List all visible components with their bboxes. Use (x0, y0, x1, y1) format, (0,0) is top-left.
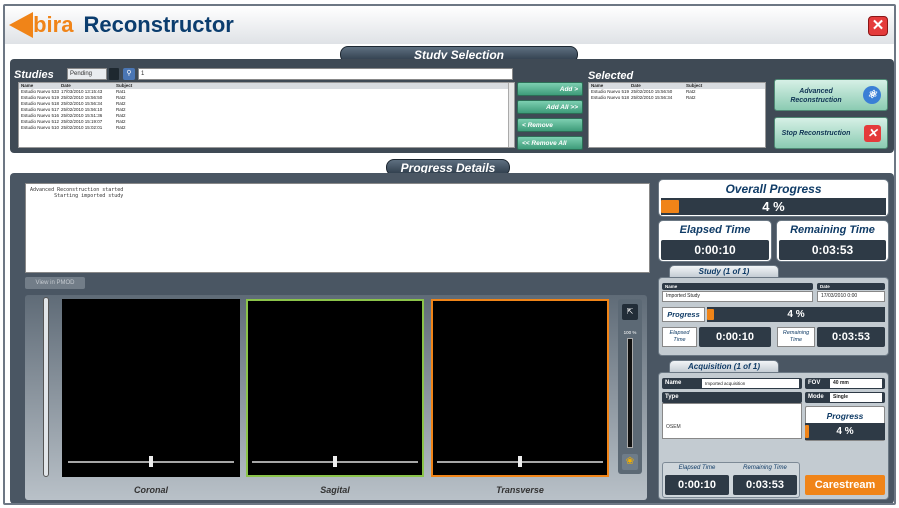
stop-reconstruction-label: Stop Reconstruction (781, 130, 851, 137)
acq-remaining-value: 0:03:53 (733, 475, 797, 495)
study-panel: Name Imported Study Date 17/03/2010 0:00… (658, 277, 889, 356)
study-progress-label: Progress (662, 307, 705, 322)
advanced-reconstruction-button[interactable]: Advanced Reconstruction ⚛ (774, 79, 888, 111)
acq-name-field: Imported acquisition (702, 379, 799, 388)
palette-icon[interactable]: ❀ (622, 454, 638, 470)
acq-progress-label: Progress (826, 411, 864, 421)
status-filter-select[interactable]: Pending (67, 68, 107, 80)
add-button[interactable]: Add > (517, 82, 583, 96)
viewport-sagital[interactable] (246, 299, 424, 477)
viewport-coronal[interactable] (62, 299, 240, 477)
studies-cell: Rat2 (116, 125, 126, 130)
elapsed-time-value: 0:00:10 (661, 240, 769, 260)
acq-elapsed-value: 0:00:10 (665, 475, 729, 495)
overall-progress-label: Overall Progress (725, 182, 822, 196)
acq-name-label: Name (665, 380, 682, 386)
carestream-logo: Carestream (805, 475, 885, 495)
overall-progress-box: Overall Progress 4 % (658, 179, 889, 217)
remaining-time-value: 0:03:53 (779, 240, 886, 260)
selected-cell: Estudio Nuevo 518 (591, 95, 630, 100)
advanced-reconstruction-label: Advanced Reconstruction (790, 88, 842, 104)
log-output: Advanced Reconstruction started Starting… (25, 183, 650, 273)
acq-mode-row: Mode Single (805, 392, 885, 403)
slice-slider-thumb[interactable] (333, 456, 337, 467)
acq-elapsed-label: Elapsed Time (678, 465, 716, 471)
study-elapsed-label: Elapsed Time (662, 327, 697, 347)
zoom-value: 100 % (623, 330, 637, 335)
selected-row[interactable]: Estudio Nuevo 518 25/02/2010 15:56:34 Rat2 (589, 95, 765, 101)
study-name-field: Imported Study (662, 291, 813, 302)
app-title: Reconstructor (83, 12, 234, 37)
app-logo: A lbira Reconstructor (9, 10, 234, 40)
acquisition-panel: Name Imported acquisition FOV 40 mm Type… (658, 372, 889, 500)
view-in-pmod-button[interactable]: View in PMOD (25, 277, 85, 289)
acq-type-field: OSEM (662, 403, 802, 439)
studies-cell: 25/02/2010 15:02:01 (61, 125, 103, 130)
elapsed-time-label: Elapsed Time (679, 224, 751, 236)
close-icon: ✕ (871, 17, 885, 34)
studies-label: Studies (14, 69, 54, 81)
title-bar: A lbira Reconstructor ✕ (5, 6, 894, 44)
study-name-label: Name (662, 283, 813, 290)
viewport-label: Sagital (320, 485, 350, 495)
study-remaining-label: Remaining Time (777, 327, 815, 347)
acq-times-box: Elapsed Time Remaining Time 0:00:10 0:03… (662, 462, 800, 498)
selected-cell: Rat2 (686, 95, 696, 100)
fit-icon[interactable]: ⇱ (622, 304, 638, 320)
acq-fov-row: FOV 40 mm (805, 378, 885, 389)
viewport-label: Coronal (133, 485, 168, 495)
image-viewers: Coronal Sagital Transverse ⇱ 100 % ❀ (25, 295, 647, 500)
study-elapsed-value: 0:00:10 (699, 327, 771, 347)
studies-scrollbar[interactable] (508, 83, 514, 147)
remaining-time-box: Remaining Time 0:03:53 (776, 220, 889, 262)
acq-progress-value: 4 % (836, 426, 854, 437)
studies-row[interactable]: Estudio Nuevo 510 25/02/2010 15:02:01 Rat2 (19, 125, 514, 131)
selected-label: Selected (588, 70, 634, 82)
study-selection-panel: Studies Pending ⚲ 1 Name Date Subject Estud… (10, 59, 894, 153)
app-window: A lbira Reconstructor ✕ Study Selection … (3, 4, 896, 505)
acq-fov-field: 40 mm (830, 379, 882, 388)
overall-progress-bar: 4 % (661, 198, 886, 215)
acq-type-label: Type (662, 392, 802, 403)
studies-table: Name Date Subject Estudio Nuevo 533 17/03/20… (18, 82, 515, 148)
stop-icon: ✕ (864, 125, 881, 142)
viewport-label: Transverse (496, 485, 544, 495)
remove-button[interactable]: < Remove (517, 118, 583, 132)
acq-progress-bar: 4 % (805, 423, 885, 440)
study-remaining-value: 0:03:53 (817, 327, 885, 347)
studies-cell: Estudio Nuevo 510 (21, 125, 60, 130)
acq-mode-field: Single (830, 393, 882, 402)
zoom-slider[interactable] (627, 338, 633, 448)
acq-remaining-label: Remaining Time (743, 465, 787, 471)
stop-reconstruction-button[interactable]: Stop Reconstruction ✕ (774, 117, 888, 149)
recon-icon: ⚛ (863, 86, 881, 104)
study-date-field: 17/03/2010 0:00 (817, 291, 885, 302)
viewport-transverse[interactable] (431, 299, 609, 477)
add-all-button[interactable]: Add All >> (517, 100, 583, 114)
logo-wordmark: lbira (27, 12, 74, 37)
study-date-label: Date (817, 283, 885, 290)
zoom-column: ⇱ 100 % ❀ (618, 299, 642, 474)
acq-name-row: Name Imported acquisition (662, 378, 802, 389)
slice-slider-thumb[interactable] (518, 456, 522, 467)
acq-mode-label: Mode (808, 394, 824, 400)
acq-fov-label: FOV (808, 380, 821, 386)
slice-vertical-slider[interactable] (43, 297, 49, 477)
search-icon[interactable]: ⚲ (123, 68, 135, 80)
overall-progress-value: 4 % (762, 199, 785, 214)
search-input[interactable]: 1 (138, 68, 513, 80)
elapsed-time-box: Elapsed Time 0:00:10 (658, 220, 772, 262)
study-progress-value: 4 % (787, 309, 805, 320)
study-progress-bar: 4 % (707, 307, 885, 322)
selected-cell: 25/02/2010 15:56:34 (631, 95, 673, 100)
filter-dropdown-icon[interactable] (109, 68, 119, 80)
slice-slider-thumb[interactable] (149, 456, 153, 467)
progress-details-panel: Advanced Reconstruction started Starting… (10, 173, 894, 503)
selected-table: Name Date Subject Estudio Nuevo 519 25/02/20… (588, 82, 766, 148)
remove-all-button[interactable]: << Remove All (517, 136, 583, 150)
remaining-time-label: Remaining Time (790, 224, 875, 236)
close-button[interactable]: ✕ (868, 16, 888, 36)
